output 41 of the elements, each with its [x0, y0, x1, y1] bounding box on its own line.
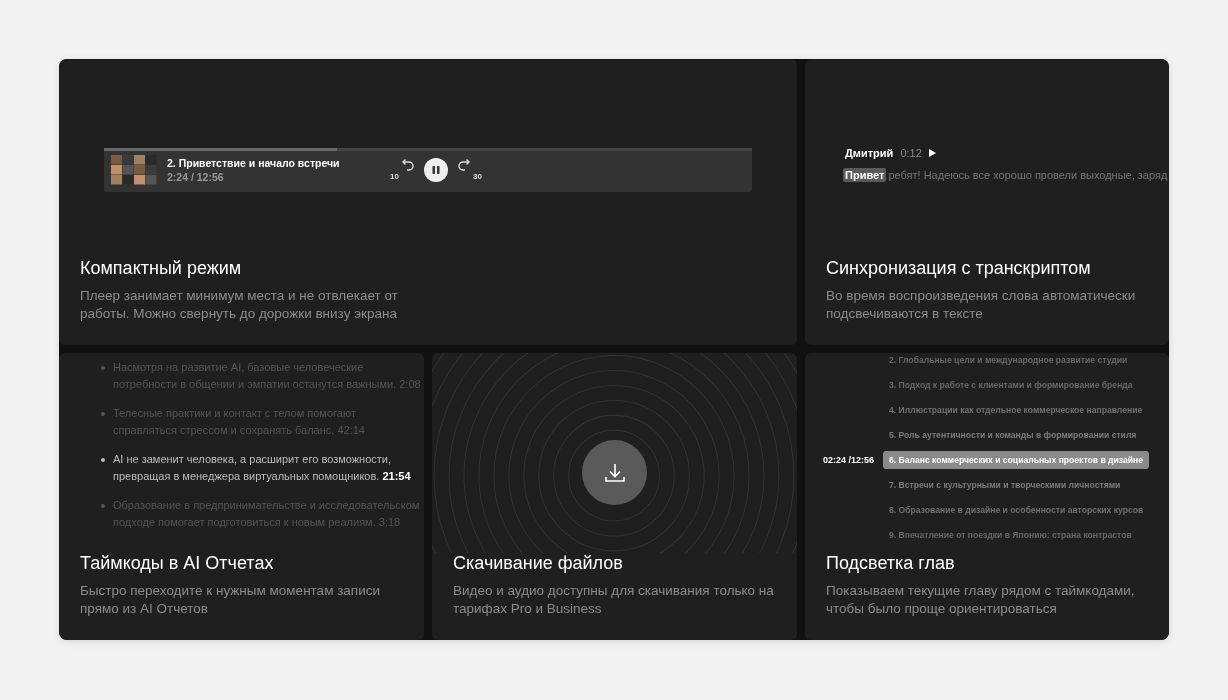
card-description: Во время воспроизведения слова автоматически подсвечиваются в тексте: [826, 287, 1137, 323]
rewind-button[interactable]: 10: [392, 159, 414, 181]
pause-icon: [431, 165, 441, 175]
highlighted-word: Привет: [843, 168, 887, 182]
speaker-name: Дмитрий: [845, 147, 894, 159]
card-title: Синхронизация с транскриптом: [826, 258, 1092, 279]
card-description: Видео и аудио доступны для скачивания только на тарифах Pro и Business: [453, 582, 775, 618]
transcript-text: ребят! Надеюсь все хорошо провели выходные, заряд: [888, 169, 1168, 181]
card-title: Скачивание файлов: [453, 553, 624, 574]
card-title: Компактный режим: [80, 258, 243, 279]
track-time: 2:24 / 12:56: [167, 171, 225, 183]
timestamp: 0:12: [900, 147, 922, 159]
chapter-item[interactable]: 9. Впечатление от поездки в Японию: страна контрастов: [883, 526, 1138, 544]
chapter-item[interactable]: 7. Встречи с культурными и творческими личностями: [883, 476, 1127, 494]
timecode-link[interactable]: 21:54: [382, 470, 411, 482]
card-title: Таймкоды в AI Отчетах: [80, 553, 275, 574]
bullet-icon: [101, 504, 105, 508]
download-button[interactable]: [582, 440, 647, 505]
bullet-icon: [101, 412, 105, 416]
bullet-icon: [101, 458, 105, 462]
track-title: 2. Приветствие и начало встречи: [167, 157, 341, 169]
pause-button[interactable]: [424, 158, 448, 182]
play-icon[interactable]: [928, 149, 936, 157]
card-description: Показываем текущие главу рядом с таймкодами, чтобы было проще ориентироваться: [826, 582, 1136, 618]
summary-item: AI не заменит человека, а расширит его возможности, превращая в менеджера виртуальных помощников. 21:54: [113, 452, 412, 484]
card-description: Быстро переходите к нужным моментам записи прямо из AI Отчетов: [80, 582, 381, 618]
card-title: Подсветка глав: [826, 553, 956, 574]
rewind-icon: [400, 159, 414, 171]
chapter-item[interactable]: 4. Иллюстрации как отдельное коммерческое направление: [883, 401, 1149, 419]
current-time: 02:24 /12:56: [822, 455, 876, 465]
download-icon: [603, 461, 626, 484]
chapter-item[interactable]: 6. Баланс коммерческих и социальных проектов в дизайне: [883, 451, 1149, 469]
progress-track[interactable]: [104, 148, 752, 151]
chapter-item[interactable]: 8. Образование в дизайне и особенности авторских курсов: [883, 501, 1150, 519]
card-description: Плеер занимает минимум места и не отвлекает от работы. Можно свернуть до дорожки внизу экрана: [80, 287, 399, 323]
chapter-item[interactable]: 5. Роль аутентичности и команды в формировании стиля: [883, 426, 1143, 444]
forward-button[interactable]: 30: [458, 159, 480, 181]
bullet-icon: [101, 366, 105, 370]
forward-icon: [458, 159, 472, 171]
chapter-item[interactable]: 3. Подход к работе с клиентами и формирование бренда: [883, 376, 1139, 394]
chapter-item[interactable]: 2. Глобальные цели и международное развитие студии: [883, 353, 1134, 369]
